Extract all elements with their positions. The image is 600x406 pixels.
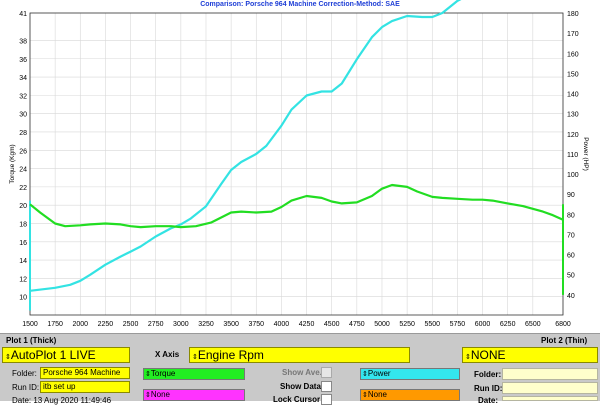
- y-left-axis-title: Torque (Kgm): [9, 144, 16, 183]
- x-tick-label: 5500: [424, 321, 440, 328]
- y-left-tick-label: 36: [19, 57, 27, 64]
- x-axis-label: X Axis: [155, 350, 180, 359]
- y-left-tick-label: 20: [19, 203, 27, 210]
- plot2-title: Plot 2 (Thin): [541, 336, 588, 345]
- x-tick-label: 3750: [248, 321, 264, 328]
- y-right-tick-label: 50: [567, 273, 575, 280]
- show-ave-label: Show Ave.: [282, 368, 322, 377]
- plot2-run-select[interactable]: ⇕NONE: [462, 347, 598, 363]
- series-1-value: Torque: [150, 369, 176, 378]
- y-right-axis-title: Power (HP): [582, 137, 589, 171]
- series-line-power: [29, 0, 462, 292]
- y-left-tick-label: 10: [19, 295, 27, 302]
- y-left-tick-label: 41: [19, 11, 27, 18]
- y-left-tick-label: 26: [19, 148, 27, 155]
- show-ave-checkbox[interactable]: [321, 367, 332, 378]
- x-tick-label: 6250: [500, 321, 516, 328]
- y-left-tick-label: 38: [19, 38, 27, 45]
- series-4-select[interactable]: ⇕None: [360, 389, 460, 401]
- x-tick-label: 2500: [123, 321, 139, 328]
- series-line-torque: [29, 183, 564, 229]
- x-tick-label: 6000: [475, 321, 491, 328]
- y-left-tick-label: 28: [19, 130, 27, 137]
- y-left-tick-label: 12: [19, 276, 27, 283]
- series-3-value: Power: [367, 369, 391, 378]
- x-tick-label: 4750: [349, 321, 365, 328]
- plot2-date-field[interactable]: [502, 396, 598, 401]
- x-tick-label: 5750: [450, 321, 466, 328]
- x-tick-label: 4250: [299, 321, 315, 328]
- series-3-select[interactable]: ⇕Power: [360, 368, 460, 380]
- x-tick-label: 4500: [324, 321, 340, 328]
- y-left-tick-label: 30: [19, 112, 27, 119]
- plot1-runid-label: Run ID:: [12, 383, 40, 392]
- y-left-tick-label: 34: [19, 75, 27, 82]
- show-data-label: Show Data: [280, 382, 321, 391]
- control-panel: Plot 1 (Thick) Plot 2 (Thin) ⇕AutoPlot 1…: [0, 333, 600, 405]
- series-1-select[interactable]: ⇕Torque: [143, 368, 245, 380]
- y-right-tick-label: 80: [567, 212, 575, 219]
- plot2-folder-field[interactable]: [502, 368, 598, 380]
- plot2-folder-label: Folder:: [474, 370, 502, 379]
- plot1-folder-field[interactable]: Porsche 964 Machine: [40, 367, 130, 379]
- y-left-tick-label: 24: [19, 167, 27, 174]
- x-tick-label: 6500: [525, 321, 541, 328]
- y-right-tick-label: 150: [567, 71, 579, 78]
- x-axis-select[interactable]: ⇕Engine Rpm: [189, 347, 410, 363]
- plot2-run-value: NONE: [470, 348, 506, 362]
- plot1-run-value: AutoPlot 1 LIVE: [10, 348, 96, 362]
- x-tick-label: 6800: [555, 321, 571, 328]
- y-right-tick-label: 170: [567, 31, 579, 38]
- y-right-tick-label: 90: [567, 192, 575, 199]
- y-right-tick-label: 140: [567, 92, 579, 99]
- x-tick-label: 1500: [22, 321, 38, 328]
- y-right-tick-label: 110: [567, 152, 578, 159]
- y-left-tick-label: 22: [19, 185, 27, 192]
- y-right-tick-label: 70: [567, 232, 575, 239]
- x-tick-label: 3000: [173, 321, 189, 328]
- series-2-value: None: [150, 390, 170, 399]
- series-4-value: None: [367, 390, 387, 399]
- plot1-title: Plot 1 (Thick): [6, 336, 57, 345]
- x-axis-value: Engine Rpm: [197, 348, 264, 362]
- y-left-tick-label: 14: [19, 258, 27, 265]
- plot2-date-label: Date:: [478, 396, 499, 405]
- y-right-tick-label: 60: [567, 253, 575, 260]
- y-right-tick-label: 120: [567, 132, 579, 139]
- y-right-tick-label: 160: [567, 51, 579, 58]
- y-right-tick-label: 40: [567, 293, 575, 300]
- x-tick-label: 3500: [223, 321, 239, 328]
- y-left-tick-label: 16: [19, 240, 27, 247]
- plot1-date-label: Date: 13 Aug 2020 11:49:46: [12, 396, 112, 405]
- y-left-tick-label: 18: [19, 221, 27, 228]
- plot1-runid-field[interactable]: itb set up: [40, 381, 130, 393]
- show-data-checkbox[interactable]: [321, 381, 332, 392]
- plot2-runid-field[interactable]: [502, 382, 598, 394]
- lock-cursor-label: Lock Cursor: [273, 395, 321, 404]
- y-right-tick-label: 100: [567, 172, 579, 179]
- y-left-tick-label: 32: [19, 93, 27, 100]
- plot1-folder-label: Folder:: [12, 369, 37, 378]
- dyno-chart: 10 12 14 16 18 20 22 24 26 28 30 32 34 36 38 41 40 50 60 70…: [9, 0, 589, 328]
- x-tick-label: 5000: [374, 321, 390, 328]
- plot2-runid-label: Run ID:: [474, 384, 503, 393]
- x-tick-label: 2250: [98, 321, 114, 328]
- x-tick-label: 3250: [198, 321, 214, 328]
- plot1-run-select[interactable]: ⇕AutoPlot 1 LIVE: [2, 347, 130, 363]
- x-tick-label: 4000: [274, 321, 290, 328]
- x-tick-label: 1750: [47, 321, 63, 328]
- x-tick-label: 5250: [399, 321, 415, 328]
- y-right-tick-label: 130: [567, 112, 579, 119]
- x-tick-label: 2750: [148, 321, 164, 328]
- series-2-select[interactable]: ⇕None: [143, 389, 245, 401]
- x-tick-label: 2000: [72, 321, 88, 328]
- plot-frame: [29, 12, 564, 316]
- y-right-tick-label: 180: [567, 11, 579, 18]
